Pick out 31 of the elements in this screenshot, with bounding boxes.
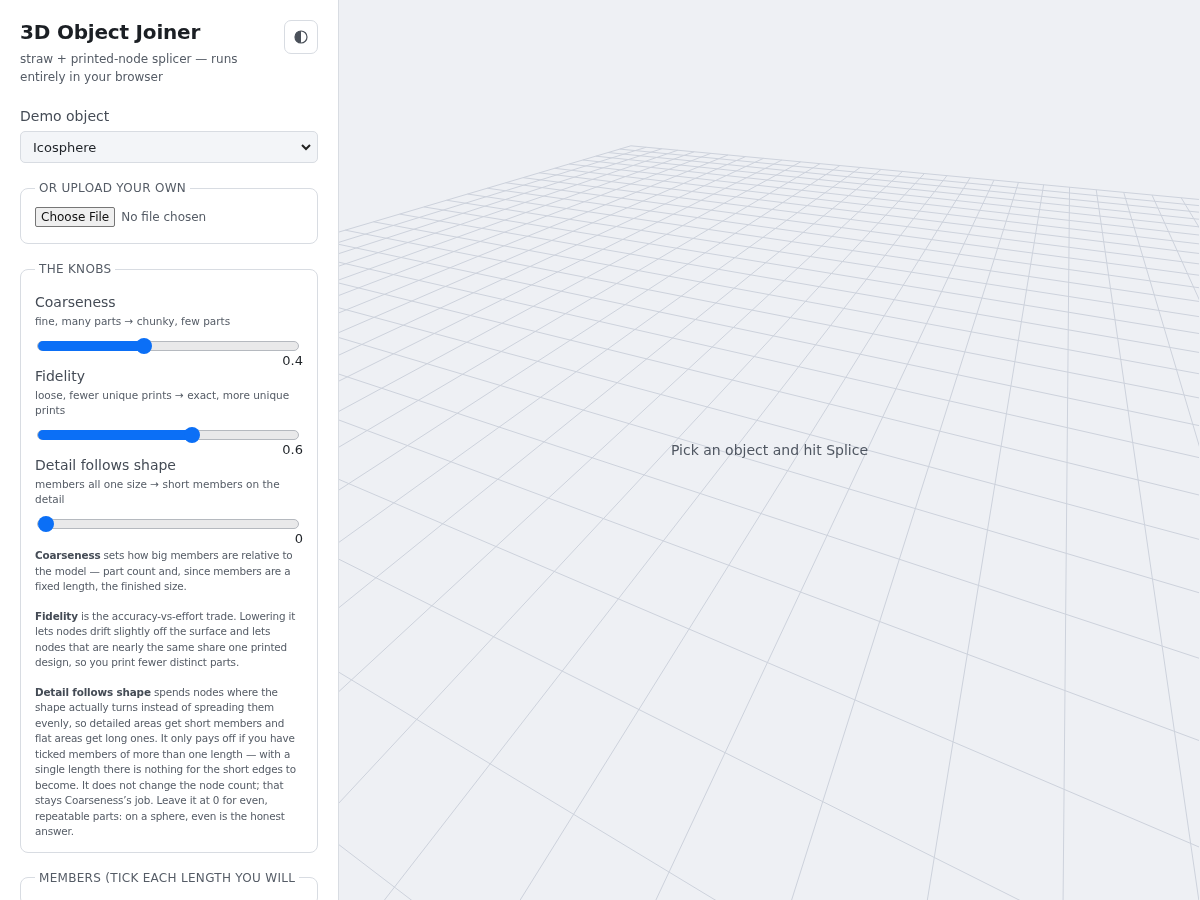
help-paragraph: Fidelity is the accuracy-vs-effort trade. Lowering it lets nodes drift slightly off the surface and lets nodes that are nearly the same share one printed design, so you print fewer distinct parts. [35, 608, 297, 670]
help-paragraph: Coarseness sets how big members are relative to the model — part count and, since members are a fixed length, the finished size. [35, 548, 294, 594]
slider-hint: fine, many parts → chunky, few parts [35, 314, 232, 329]
demo-object-select[interactable]: Icosphere [20, 131, 318, 163]
theme-toggle-button[interactable] [284, 20, 318, 54]
app-title: 3D Object Joiner [20, 20, 202, 44]
slider-hint: loose, fewer unique prints → exact, more unique prints [35, 388, 291, 418]
slider-label: Coarseness [35, 294, 117, 310]
slider-thumb[interactable] [135, 338, 152, 354]
slider-hint: members all one size → short members on the detail [35, 477, 281, 507]
field-label: Demo object [20, 108, 111, 124]
choose-file-button[interactable]: Choose File [35, 207, 116, 227]
file-status: No file chosen [121, 210, 207, 224]
slider-thumb[interactable] [38, 516, 54, 532]
slider-thumb[interactable] [184, 427, 201, 443]
viewport-message: Pick an object and hit Splice [670, 442, 869, 458]
slider-track[interactable] [37, 430, 299, 440]
section-legend: THE KNOBS [35, 262, 116, 276]
slider-label: Detail follows shape [35, 457, 177, 473]
slider-value: 0.4 [281, 353, 303, 368]
slider-value: 0 [293, 531, 303, 546]
section-legend: MEMBERS (TICK EACH LENGTH YOU WILL [35, 870, 300, 885]
app-subtitle: straw + printed-node splicer — runs entirely in your browser [20, 51, 239, 86]
slider-track[interactable] [37, 519, 299, 529]
slider-label: Fidelity [35, 368, 86, 384]
section-legend: OR UPLOAD YOUR OWN [35, 181, 191, 195]
contrast-icon [294, 30, 308, 44]
help-paragraph: Detail follows shape spends nodes where the shape actually turns instead of spreading them evenly, so detailed areas get short members and flat areas get long ones. It only pays off if you have ticked members of more than one length — with a single length there is nothing for the short edges to become. It does not change the node count; that stays Coarseness’s job. Leave it at 0 for even, repeatable parts: on a sphere, even is the honest answer. [35, 684, 297, 839]
slider-value: 0.6 [281, 442, 303, 457]
slider-track[interactable] [37, 341, 299, 351]
chevron-down-icon [301, 143, 311, 151]
